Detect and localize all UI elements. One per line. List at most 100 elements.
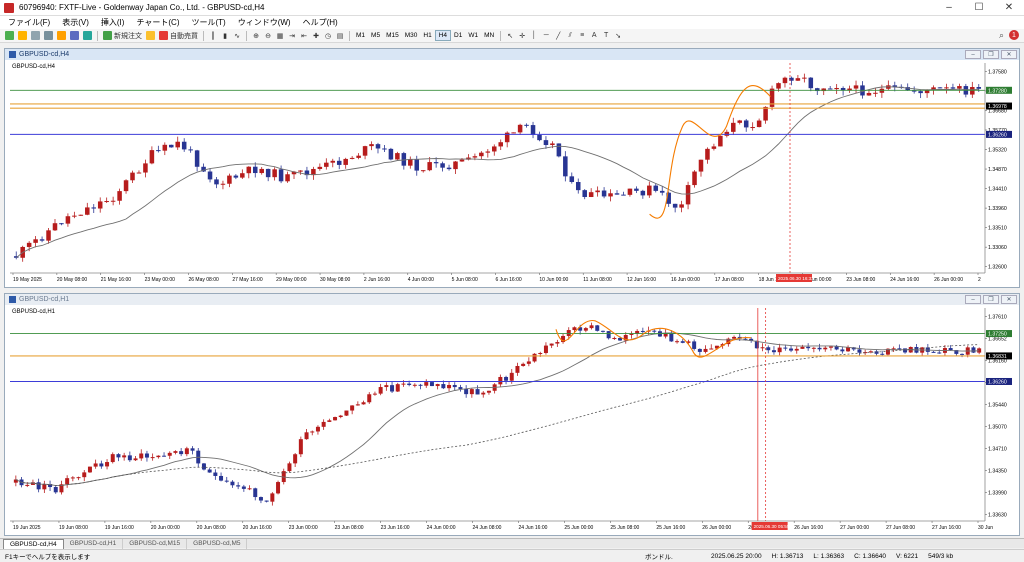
line-chart-icon[interactable]: ∿ <box>232 30 242 41</box>
zoom-in-icon[interactable]: ⊕ <box>251 30 261 41</box>
zoom-out-icon[interactable]: ⊖ <box>263 30 273 41</box>
candle-body <box>918 91 923 94</box>
candle-body <box>653 185 659 191</box>
time-tick-label: 19 Jun 2025 <box>13 525 41 531</box>
autoscroll-icon[interactable]: ⇥ <box>287 30 297 41</box>
candle-body <box>435 384 440 387</box>
candle-body <box>469 389 474 395</box>
search-icon[interactable]: ⌕ <box>999 30 1004 41</box>
chart-close-button[interactable]: ✕ <box>1001 50 1017 59</box>
menu-view[interactable]: 表示(V) <box>56 17 95 28</box>
plot-background <box>10 63 985 273</box>
chart-minimize-button[interactable]: – <box>965 50 981 59</box>
fibonacci-icon[interactable]: ≡ <box>577 30 587 41</box>
templates-icon[interactable]: ▤ <box>335 30 345 41</box>
chart-window-h4[interactable]: GBPUSD-cd,H4 – ❐ ✕ 1.375801.371301.36680… <box>4 48 1020 288</box>
chart-restore-button[interactable]: ❐ <box>983 50 999 59</box>
timeframe-m1[interactable]: M1 <box>353 30 368 41</box>
price-chart-svg[interactable]: 1.375801.371301.366801.357701.353201.348… <box>10 63 1013 283</box>
tab-gbpusd-h4[interactable]: GBPUSD-cd,H4 <box>3 538 64 549</box>
cursor-time-label: 2025.06.30 05:55 <box>754 524 790 529</box>
cursor-icon[interactable]: ↖ <box>505 30 515 41</box>
periods-icon[interactable]: ◷ <box>323 30 333 41</box>
timeframe-d1[interactable]: D1 <box>451 30 465 41</box>
bar-chart-icon[interactable]: ┃ <box>208 30 218 41</box>
data-window-icon[interactable] <box>43 30 54 41</box>
notification-badge[interactable]: 1 <box>1009 30 1019 40</box>
profiles-icon[interactable] <box>17 30 28 41</box>
time-tick-label: 5 Jun 08:00 <box>452 277 478 283</box>
candle-body <box>976 87 982 89</box>
timeframe-mn[interactable]: MN <box>481 30 497 41</box>
timeframe-m5[interactable]: M5 <box>368 30 383 41</box>
navigator-icon[interactable] <box>56 30 67 41</box>
status-high: H: 1.36713 <box>771 552 804 560</box>
tab-gbpusd-h1[interactable]: GBPUSD-cd,H1 <box>64 538 124 549</box>
candle-body <box>543 345 548 354</box>
candle-body <box>241 486 246 489</box>
timeframe-w1[interactable]: W1 <box>465 30 481 41</box>
candlestick-icon[interactable]: ▮ <box>220 30 230 41</box>
market-watch-icon[interactable] <box>30 30 41 41</box>
crosshair-icon[interactable]: ✛ <box>517 30 527 41</box>
candle-body <box>143 163 148 173</box>
new-chart-icon[interactable] <box>4 30 15 41</box>
menu-insert[interactable]: 挿入(I) <box>95 17 131 28</box>
strategy-tester-icon[interactable] <box>82 30 93 41</box>
text-icon[interactable]: A <box>589 30 599 41</box>
minimize-button[interactable]: – <box>934 2 964 13</box>
timeframe-h1[interactable]: H1 <box>420 30 434 41</box>
candle-body <box>601 190 607 197</box>
label-icon[interactable]: T <box>601 30 611 41</box>
chart-plot-area[interactable]: 1.376101.366521.361601.358001.354401.350… <box>10 308 1013 531</box>
price-tick-label: 1.34710 <box>988 447 1007 453</box>
timeframe-m30[interactable]: M30 <box>402 30 421 41</box>
terminal-icon[interactable] <box>69 30 80 41</box>
maximize-button[interactable]: ☐ <box>964 2 994 13</box>
candle-body <box>937 87 943 89</box>
timeframe-h4[interactable]: H4 <box>434 30 451 41</box>
menu-chart[interactable]: チャート(C) <box>130 17 185 28</box>
price-tick-label: 1.33630 <box>988 513 1007 519</box>
toolbar-separator <box>500 30 502 41</box>
candle-body <box>105 462 110 467</box>
time-tick-label: 25 Jun 00:00 <box>564 525 593 531</box>
price-chart-svg[interactable]: 1.376101.366521.361601.358001.354401.350… <box>10 308 1013 531</box>
price-tick-label: 1.33060 <box>988 245 1007 251</box>
menu-file[interactable]: ファイル(F) <box>2 17 56 28</box>
menu-window[interactable]: ウィンドウ(W) <box>232 17 297 28</box>
horizontal-line-icon[interactable]: ─ <box>541 30 551 41</box>
candle-body <box>795 78 801 81</box>
candle-body <box>515 365 520 373</box>
vertical-line-icon[interactable]: │ <box>529 30 539 41</box>
chart-window-controls: – ❐ ✕ <box>963 50 1017 59</box>
menu-tools[interactable]: ツール(T) <box>185 17 231 28</box>
channel-icon[interactable]: ⫽ <box>565 30 575 41</box>
meta-editor-icon[interactable] <box>145 30 156 41</box>
candle-body <box>537 134 542 141</box>
arrows-icon[interactable]: ➘ <box>613 30 623 41</box>
candle-body <box>382 148 387 150</box>
timeframe-m15[interactable]: M15 <box>383 30 402 41</box>
trendline-icon[interactable]: ╱ <box>553 30 563 41</box>
tab-gbpusd-m5[interactable]: GBPUSD-cd,M5 <box>187 538 248 549</box>
candle-body <box>640 330 645 332</box>
candle-body <box>608 193 613 197</box>
menu-help[interactable]: ヘルプ(H) <box>297 17 344 28</box>
indicators-icon[interactable]: ✚ <box>311 30 321 41</box>
close-button[interactable]: ✕ <box>994 2 1024 13</box>
chart-restore-button[interactable]: ❐ <box>983 295 999 304</box>
chart-close-button[interactable]: ✕ <box>1001 295 1017 304</box>
tab-gbpusd-m15[interactable]: GBPUSD-cd,M15 <box>123 538 188 549</box>
auto-trading-button[interactable]: 自動売買 <box>158 30 199 41</box>
chart-window-h1[interactable]: GBPUSD-cd,H1 – ❐ ✕ 1.37610 1.36652 1.36160… <box>4 293 1020 536</box>
time-tick-label: 30 May 08:00 <box>320 277 351 283</box>
chart-shift-icon[interactable]: ⇤ <box>299 30 309 41</box>
candle-body <box>957 86 962 89</box>
tile-windows-icon[interactable]: ▦ <box>275 30 285 41</box>
candle-body <box>575 182 581 191</box>
chart-minimize-button[interactable]: – <box>965 295 981 304</box>
window-title: 60796940: FXTF-Live - Goldenway Japan Co… <box>19 3 265 12</box>
chart-plot-area[interactable]: 1.375801.371301.366801.357701.353201.348… <box>10 63 1013 283</box>
new-order-button[interactable]: 新規注文 <box>102 30 143 41</box>
